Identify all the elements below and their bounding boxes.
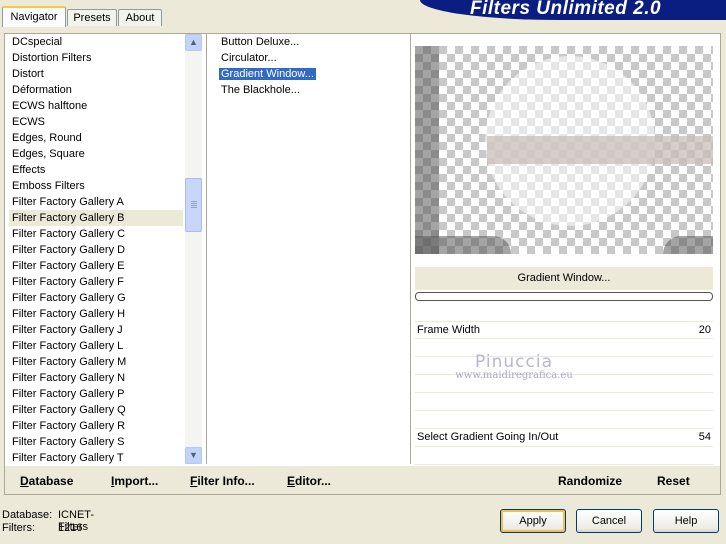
category-list[interactable]: DCspecial Distortion Filters Distort Déform…: [9, 34, 183, 466]
watermark-name: Pinuccia: [475, 352, 553, 372]
apply-button[interactable]: Apply: [500, 509, 566, 533]
help-button[interactable]: Help: [653, 509, 719, 533]
category-item[interactable]: Edges, Square: [9, 146, 183, 162]
category-item[interactable]: Filter Factory Gallery S: [9, 434, 183, 450]
banner-title: Filters Unlimited 2.0: [470, 0, 662, 19]
category-item[interactable]: Filter Factory Gallery R: [9, 418, 183, 434]
filter-item[interactable]: The Blackhole...: [218, 82, 404, 98]
category-item[interactable]: Filter Factory Gallery F: [9, 274, 183, 290]
chevron-down-icon[interactable]: ▼: [185, 447, 202, 464]
category-item[interactable]: Filter Factory Gallery A: [9, 194, 183, 210]
watermark: Pinuccia www.maidiregrafica.eu: [454, 352, 574, 381]
category-item[interactable]: Filter Factory Gallery L: [9, 338, 183, 354]
category-item[interactable]: Edges, Round: [9, 130, 183, 146]
category-item[interactable]: ECWS: [9, 114, 183, 130]
filter-item-label: Gradient Window...: [218, 67, 317, 81]
randomize-link[interactable]: Randomize: [558, 474, 622, 488]
filter-item[interactable]: Circulator...: [218, 50, 404, 66]
category-item[interactable]: Déformation: [9, 82, 183, 98]
category-item[interactable]: Filter Factory Gallery C: [9, 226, 183, 242]
parameter-value: 20: [698, 324, 711, 336]
action-bar: Database Import... Filter Info... Editor…: [5, 466, 720, 494]
parameter-name: Select Gradient Going In/Out: [417, 431, 559, 443]
filters-label: Filters:: [2, 522, 35, 534]
filters-info: Filters: 1216: [2, 522, 82, 534]
cancel-button[interactable]: Cancel: [576, 509, 642, 533]
filter-item[interactable]: Gradient Window...: [218, 66, 404, 82]
category-item[interactable]: Distortion Filters: [9, 50, 183, 66]
parameter-slider[interactable]: Frame Width 20: [415, 321, 713, 339]
column-divider: [206, 34, 207, 464]
category-item[interactable]: Filter Factory Gallery G: [9, 290, 183, 306]
parameter-slider[interactable]: [415, 411, 713, 429]
category-item[interactable]: Filter Factory Gallery B: [9, 210, 183, 226]
preview-frame-bottom-right: [663, 236, 713, 254]
category-item[interactable]: Filter Factory Gallery N: [9, 370, 183, 386]
watermark-url: www.maidiregrafica.eu: [455, 370, 573, 381]
scroll-thumb[interactable]: [185, 178, 202, 232]
category-item[interactable]: ECWS halftone: [9, 98, 183, 114]
category-item[interactable]: Filter Factory Gallery D: [9, 242, 183, 258]
preview-frame-left: [415, 46, 439, 254]
tab-about[interactable]: About: [118, 9, 162, 26]
tab-presets[interactable]: Presets: [67, 9, 117, 26]
filter-item[interactable]: Button Deluxe...: [218, 34, 404, 50]
import-link[interactable]: Import...: [111, 474, 158, 488]
filter-item-label: Button Deluxe...: [221, 36, 300, 48]
filters-count: 1216: [58, 522, 83, 534]
category-item[interactable]: Filter Factory Gallery P: [9, 386, 183, 402]
category-item[interactable]: DCspecial: [9, 34, 183, 50]
grip-icon: [191, 201, 197, 209]
database-label: Database:: [2, 509, 53, 521]
category-item[interactable]: Filter Factory Gallery J: [9, 322, 183, 338]
category-item[interactable]: Emboss Filters: [9, 178, 183, 194]
preview-image: [415, 46, 713, 254]
category-item[interactable]: Effects: [9, 162, 183, 178]
category-item[interactable]: Filter Factory Gallery T: [9, 450, 183, 466]
parameter-slider[interactable]: [415, 447, 713, 465]
database-link[interactable]: Database: [20, 474, 73, 488]
chevron-up-icon[interactable]: ▲: [185, 34, 202, 51]
parameter-slider[interactable]: Select Gradient Going In/Out 54: [415, 429, 713, 447]
database-info: Database: ICNET-Filters: [2, 509, 94, 533]
parameter-sliders: Frame Width 20 Select Gradient Going In/Ou…: [415, 321, 713, 465]
filter-name-label: Gradient Window...: [415, 267, 713, 290]
progress-bar: [415, 292, 713, 301]
preview-frame-bottom: [415, 236, 511, 254]
category-item[interactable]: Filter Factory Gallery E: [9, 258, 183, 274]
category-item[interactable]: Filter Factory Gallery H: [9, 306, 183, 322]
category-item[interactable]: Filter Factory Gallery Q: [9, 402, 183, 418]
parameter-value: 54: [698, 431, 711, 443]
column-divider: [410, 34, 411, 464]
filter-info-link[interactable]: Filter Info...: [190, 474, 255, 488]
filter-list[interactable]: Button Deluxe... Circulator... Gradient Wi…: [218, 34, 404, 98]
parameter-slider[interactable]: [415, 393, 713, 411]
tab-navigator[interactable]: Navigator: [2, 6, 66, 27]
editor-link[interactable]: Editor...: [287, 474, 331, 488]
reset-link[interactable]: Reset: [657, 474, 690, 488]
category-scrollbar[interactable]: ▲ ▼: [185, 34, 202, 464]
category-item[interactable]: Filter Factory Gallery M: [9, 354, 183, 370]
category-item[interactable]: Distort: [9, 66, 183, 82]
filter-item-label: Circulator...: [221, 52, 277, 64]
parameter-name: Frame Width: [417, 324, 480, 336]
preview-gradient-band: [487, 136, 713, 164]
filter-item-label: The Blackhole...: [221, 84, 300, 96]
